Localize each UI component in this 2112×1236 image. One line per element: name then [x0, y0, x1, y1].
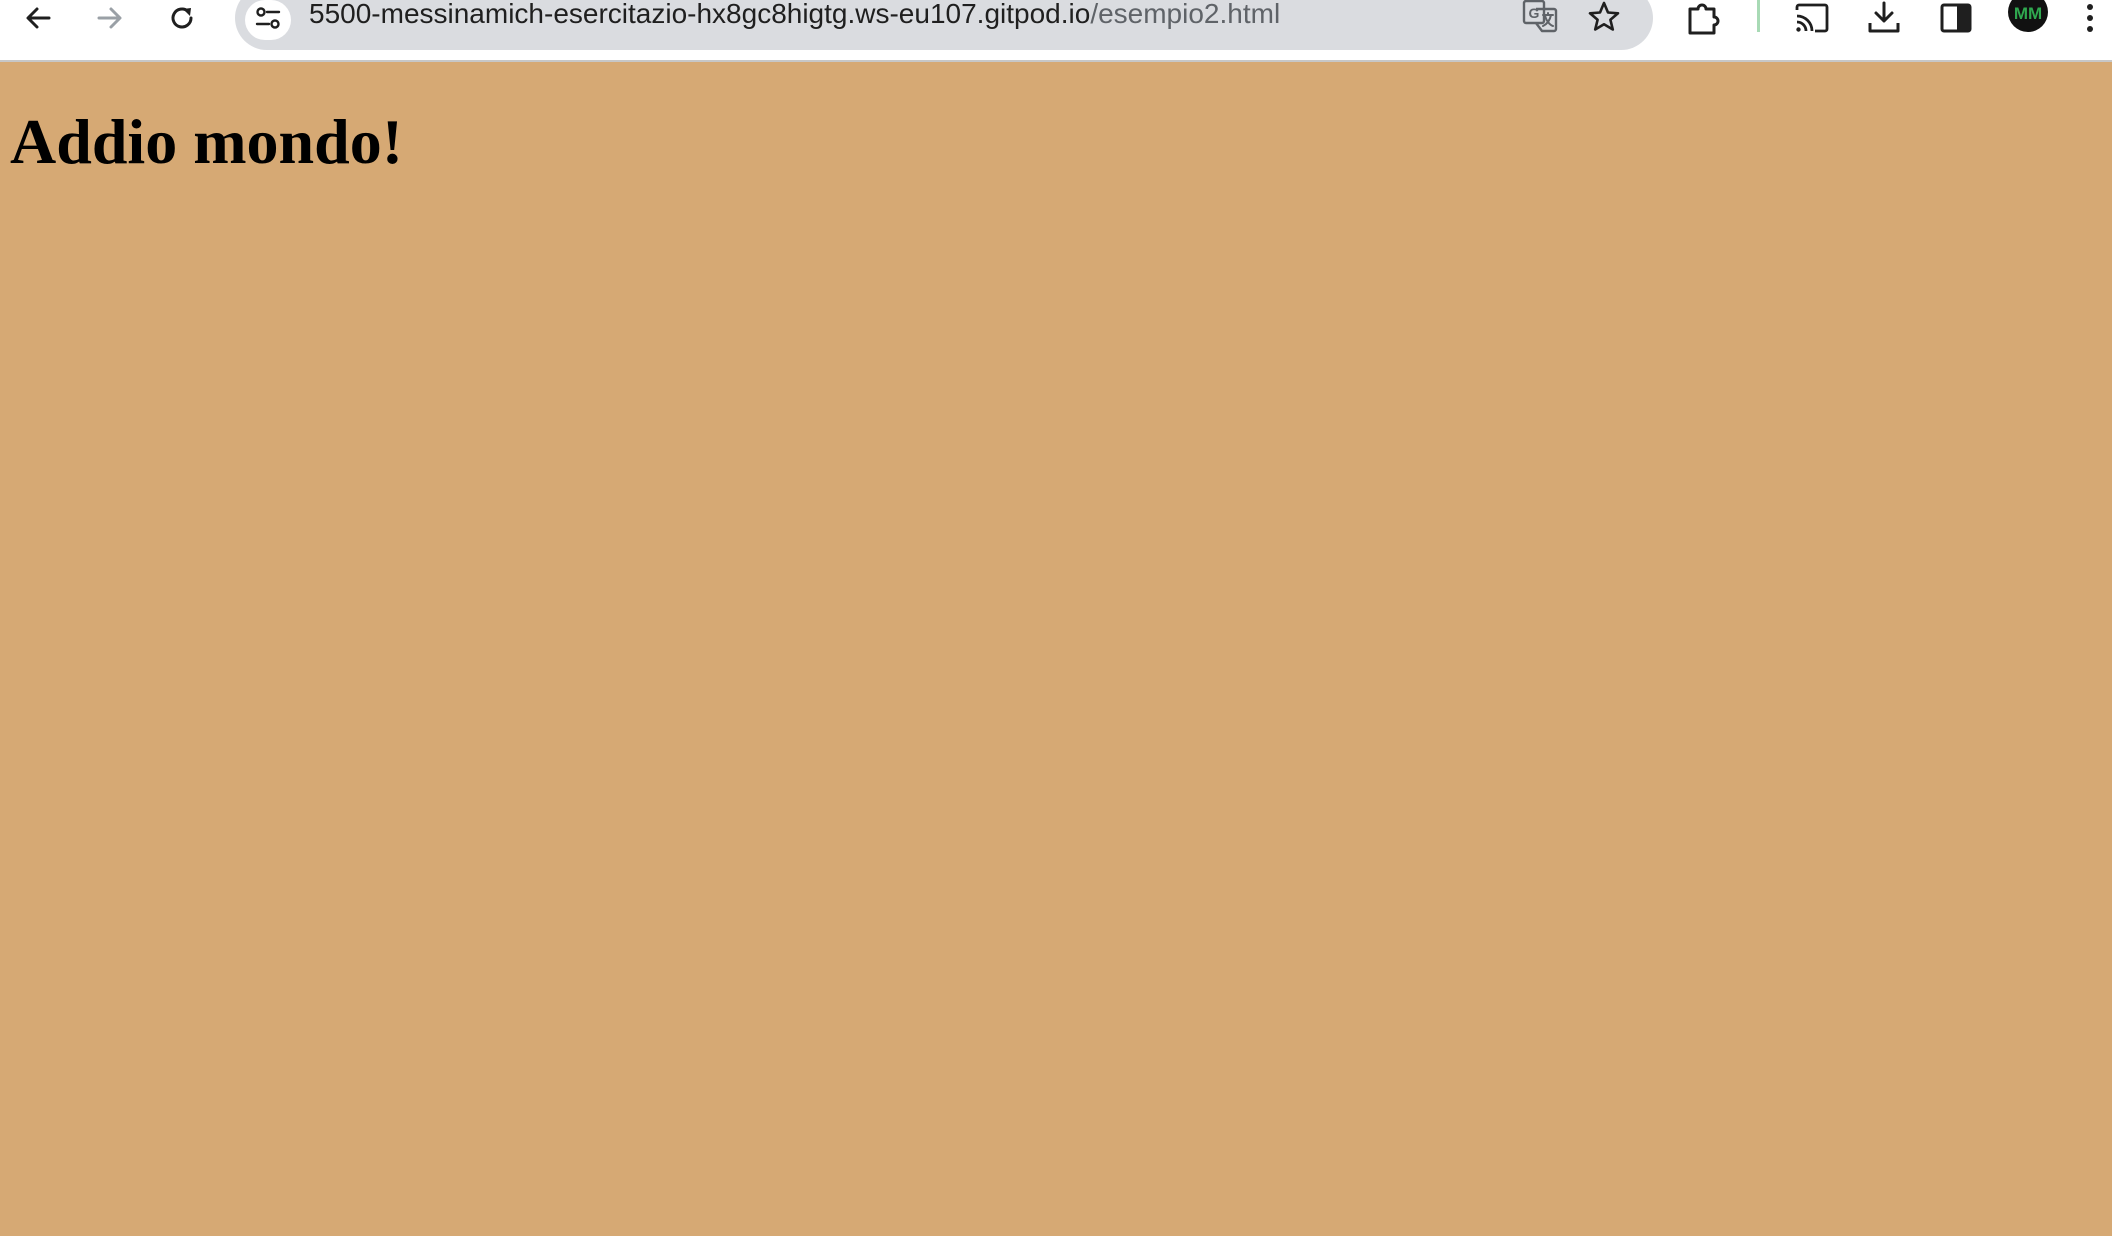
- toolbar-divider: [1757, 0, 1760, 32]
- reload-button[interactable]: [156, 0, 208, 36]
- translate-button[interactable]: G: [1518, 0, 1562, 36]
- cast-button[interactable]: [1786, 0, 1838, 36]
- back-button[interactable]: [12, 0, 64, 36]
- menu-button[interactable]: [2075, 0, 2105, 36]
- page-content: Addio mondo!: [0, 64, 2112, 1236]
- bookmark-button[interactable]: [1582, 0, 1626, 36]
- arrow-right-icon: [95, 3, 125, 33]
- cast-icon: [1794, 2, 1830, 34]
- profile-avatar[interactable]: MM: [2006, 0, 2050, 36]
- star-icon: [1587, 0, 1621, 37]
- url-path: /esempio2.html: [1090, 0, 1281, 29]
- side-panel-icon: [1940, 3, 1972, 33]
- site-info-button[interactable]: [245, 0, 291, 40]
- profile-initials: MM: [2014, 4, 2042, 23]
- page-heading: Addio mondo!: [10, 106, 403, 177]
- forward-button[interactable]: [84, 0, 136, 36]
- arrow-left-icon: [23, 3, 53, 33]
- url-text[interactable]: 5500-messinamich-esercitazio-hx8gc8higtg…: [309, 0, 1280, 28]
- puzzle-icon: [1686, 1, 1722, 35]
- svg-text:G: G: [1529, 5, 1540, 21]
- download-icon: [1867, 1, 1901, 35]
- reload-icon: [167, 3, 197, 33]
- kebab-menu-icon: [2085, 3, 2095, 33]
- downloads-button[interactable]: [1858, 0, 1910, 36]
- address-bar[interactable]: 5500-messinamich-esercitazio-hx8gc8higtg…: [235, 0, 1653, 50]
- translate-icon: G: [1522, 0, 1558, 38]
- side-panel-button[interactable]: [1930, 0, 1982, 36]
- extensions-button[interactable]: [1678, 0, 1730, 36]
- url-host: 5500-messinamich-esercitazio-hx8gc8higtg…: [309, 0, 1091, 29]
- browser-toolbar: 5500-messinamich-esercitazio-hx8gc8higtg…: [0, 0, 2112, 62]
- tune-icon: [255, 6, 281, 35]
